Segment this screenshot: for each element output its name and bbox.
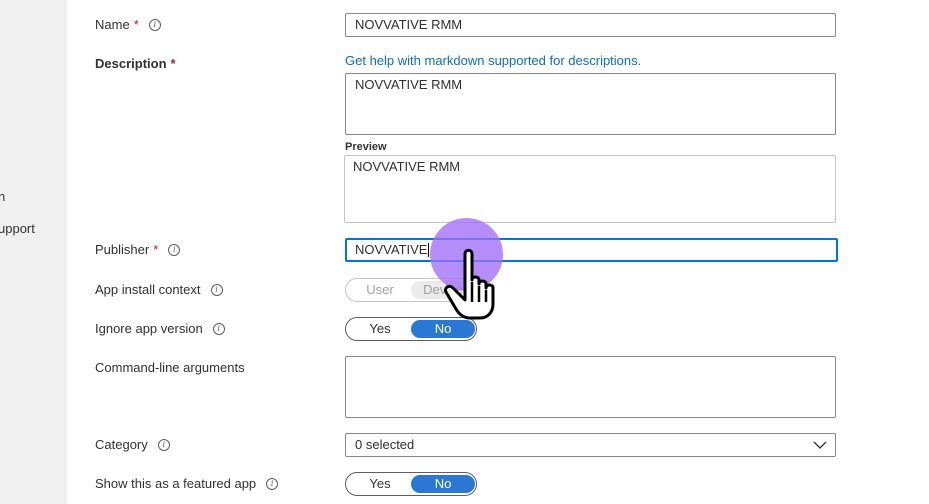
hand-pointer-icon bbox=[438, 246, 508, 323]
sidebar-item-support[interactable]: upport bbox=[0, 221, 35, 236]
left-navigation-pane: n upport bbox=[0, 0, 67, 504]
toggle-option-yes[interactable]: Yes bbox=[348, 475, 412, 493]
description-field[interactable]: NOVVATIVE RMM bbox=[345, 73, 836, 135]
name-field[interactable]: NOVVATIVE RMM bbox=[345, 13, 836, 37]
command-line-arguments-field[interactable] bbox=[345, 356, 836, 418]
preview-label: Preview bbox=[345, 141, 387, 153]
required-marker: * bbox=[170, 56, 176, 71]
description-preview: NOVVATIVE RMM bbox=[344, 155, 836, 223]
info-icon[interactable]: i bbox=[212, 322, 225, 335]
featured-app-toggle[interactable]: Yes No bbox=[345, 472, 477, 496]
chevron-down-icon[interactable] bbox=[813, 434, 827, 463]
command-line-arguments-label: Command-line arguments bbox=[95, 360, 245, 375]
name-label: Name * i bbox=[95, 17, 161, 32]
info-icon[interactable]: i bbox=[210, 283, 223, 296]
category-dropdown[interactable]: 0 selected bbox=[345, 433, 836, 457]
info-icon[interactable]: i bbox=[148, 18, 161, 31]
info-icon[interactable]: i bbox=[168, 243, 181, 256]
info-icon[interactable]: i bbox=[266, 477, 279, 490]
info-icon[interactable]: i bbox=[157, 438, 170, 451]
app-install-context-label: App install context i bbox=[95, 282, 223, 297]
publisher-field[interactable]: NOVVATIVE bbox=[345, 238, 838, 262]
featured-app-label: Show this as a featured app i bbox=[95, 476, 279, 491]
ignore-app-version-label: Ignore app version i bbox=[95, 321, 225, 336]
required-marker: * bbox=[153, 242, 159, 257]
sidebar-item-partial[interactable]: n bbox=[0, 189, 5, 204]
required-marker: * bbox=[133, 17, 139, 32]
toggle-option-user[interactable]: User bbox=[348, 281, 412, 299]
toggle-option-no[interactable]: No bbox=[411, 475, 475, 493]
toggle-option-yes[interactable]: Yes bbox=[348, 320, 412, 338]
description-label: Description * bbox=[95, 56, 176, 71]
publisher-label: Publisher * i bbox=[95, 242, 181, 257]
markdown-help-link[interactable]: Get help with markdown supported for des… bbox=[345, 53, 641, 68]
category-label: Category i bbox=[95, 437, 170, 452]
